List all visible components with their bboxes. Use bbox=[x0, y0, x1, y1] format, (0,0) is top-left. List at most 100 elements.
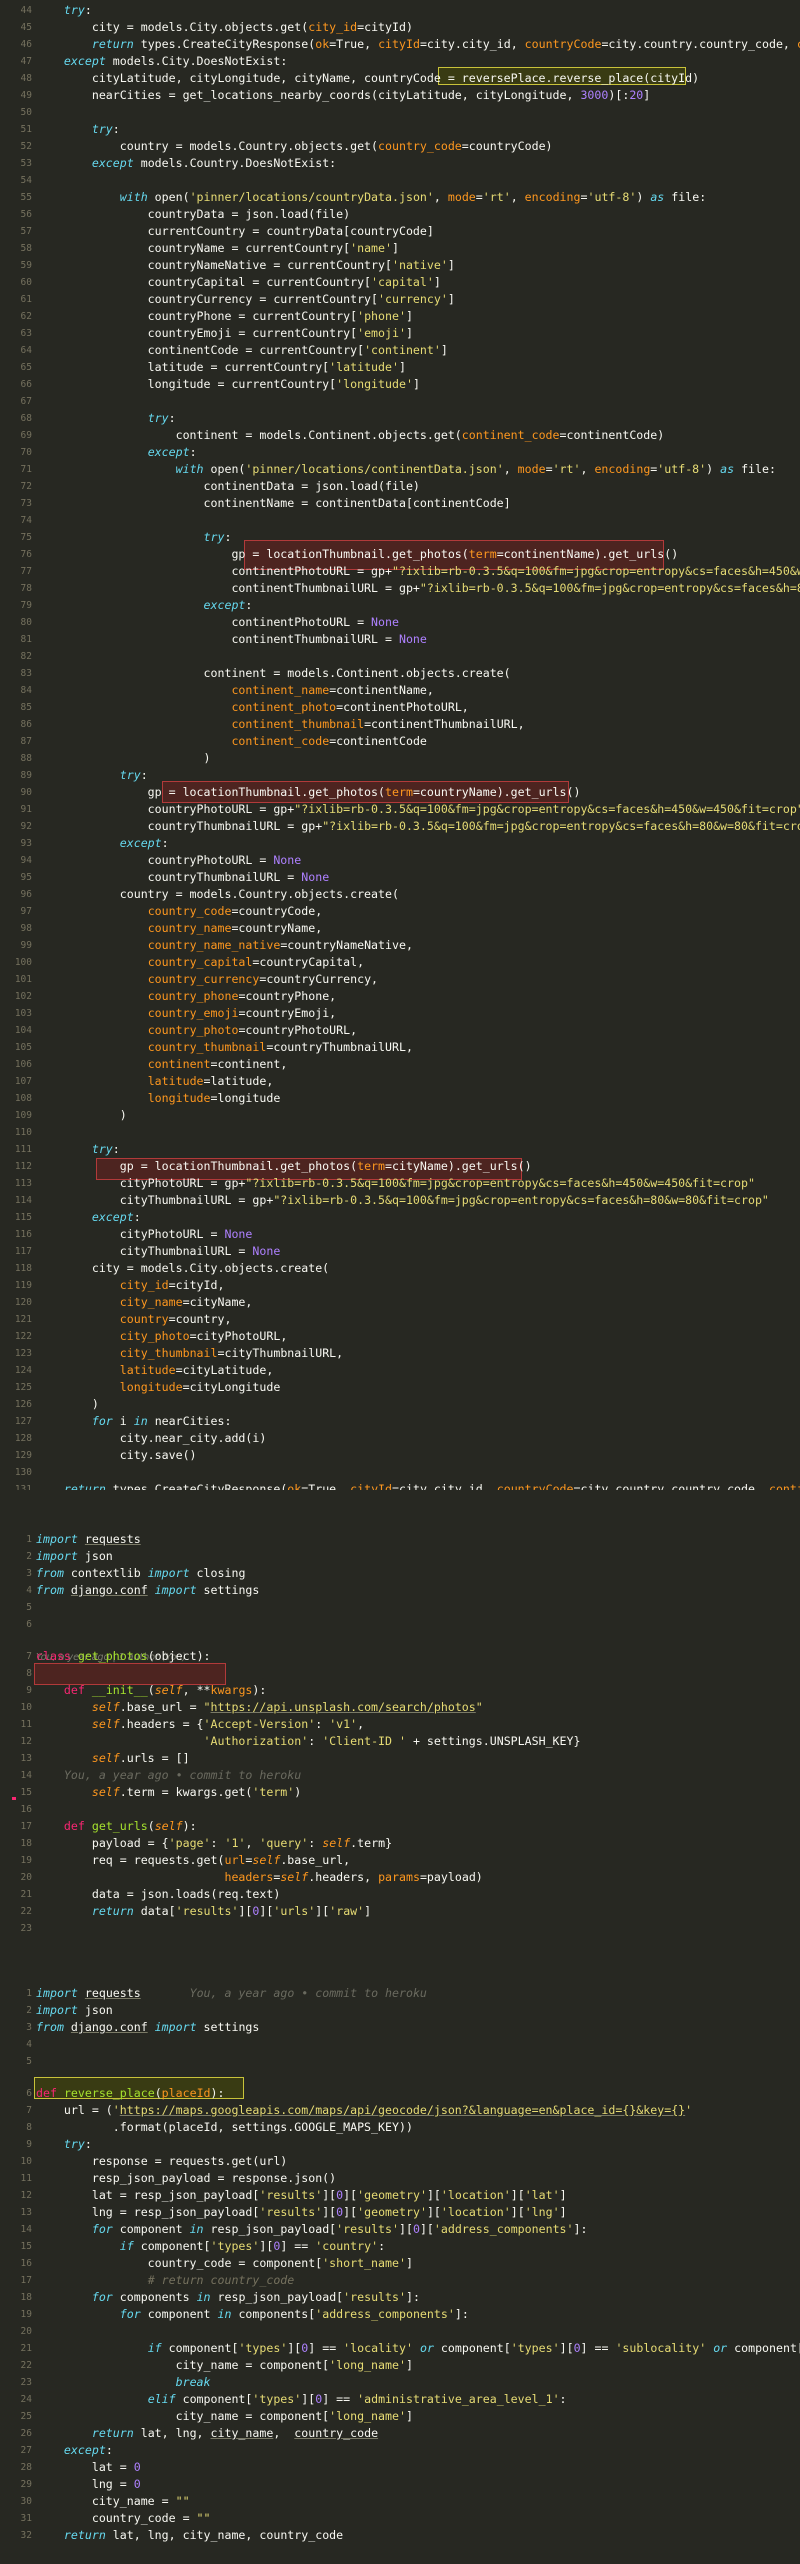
line-code[interactable]: countryPhotoURL = None bbox=[36, 852, 302, 869]
line-code[interactable]: lng = 0 bbox=[36, 2476, 141, 2493]
line-code[interactable]: continentPhotoURL = None bbox=[36, 614, 399, 631]
line-code[interactable]: return lat, lng, city_name, country_code bbox=[36, 2425, 378, 2442]
line-code[interactable]: def reverse_place(placeId): bbox=[36, 2085, 225, 2102]
line-code[interactable]: country = models.Country.objects.get(cou… bbox=[36, 138, 553, 155]
line-code[interactable]: return types.CreateCityResponse(ok=True,… bbox=[36, 36, 800, 53]
line-code[interactable]: countryPhone = currentCountry['phone'] bbox=[36, 308, 413, 325]
line-code[interactable]: longitude=cityLongitude bbox=[36, 1379, 281, 1396]
line-code[interactable]: def get_urls(self): bbox=[36, 1818, 197, 1835]
line-code[interactable]: continent=continent, bbox=[36, 1056, 288, 1073]
line-code[interactable]: self.headers = {'Accept-Version': 'v1', bbox=[36, 1716, 364, 1733]
line-code[interactable]: latitude=latitude, bbox=[36, 1073, 274, 1090]
line-code[interactable]: countryPhotoURL = gp+"?ixlib=rb-0.3.5&q=… bbox=[36, 801, 800, 818]
line-code[interactable]: self.urls = [] bbox=[36, 1750, 190, 1767]
line-code[interactable]: countryName = currentCountry['name'] bbox=[36, 240, 399, 257]
line-code[interactable]: try: bbox=[36, 2136, 92, 2153]
line-code[interactable]: country_code = "" bbox=[36, 2510, 211, 2527]
line-code[interactable]: except: bbox=[36, 835, 169, 852]
line-code[interactable]: country_name=countryName, bbox=[36, 920, 323, 937]
line-code[interactable]: city_name = "" bbox=[36, 2493, 190, 2510]
line-code[interactable]: with open('pinner/locations/continentDat… bbox=[36, 461, 776, 478]
line-code[interactable]: ) bbox=[36, 750, 211, 767]
line-code[interactable]: continentCode = currentCountry['continen… bbox=[36, 342, 448, 359]
line-code[interactable]: city = models.City.objects.get(city_id=c… bbox=[36, 19, 413, 36]
line-code[interactable]: # return country_code bbox=[36, 2272, 295, 2289]
line-code[interactable]: except: bbox=[36, 1209, 141, 1226]
line-code[interactable]: You, a year ago • commit to heroku bbox=[36, 1767, 301, 1784]
line-code[interactable]: continentData = json.load(file) bbox=[36, 478, 420, 495]
line-code[interactable]: country_photo=countryPhotoURL, bbox=[36, 1022, 357, 1039]
line-code[interactable]: def __init__(self, **kwargs): bbox=[36, 1682, 266, 1699]
line-code[interactable]: cityLatitude, cityLongitude, cityName, c… bbox=[36, 70, 699, 87]
line-code[interactable]: for components in resp_json_payload['res… bbox=[36, 2289, 420, 2306]
line-code[interactable]: req = requests.get(url=self.base_url, bbox=[36, 1852, 350, 1869]
line-code[interactable]: try: bbox=[36, 529, 232, 546]
line-code[interactable]: country_code=countryCode, bbox=[36, 903, 323, 920]
line-code[interactable]: elif component['types'][0] == 'administr… bbox=[36, 2391, 567, 2408]
line-code[interactable]: continent_name=continentName, bbox=[36, 682, 433, 699]
line-code[interactable]: import requests bbox=[36, 1531, 141, 1548]
line-code[interactable]: self.term = kwargs.get('term') bbox=[36, 1784, 301, 1801]
line-code[interactable]: except models.Country.DoesNotExist: bbox=[36, 155, 336, 172]
line-code[interactable]: try: bbox=[36, 767, 148, 784]
code-pane-reverse-place[interactable]: 1 import requests You, a year ago • commi… bbox=[0, 1985, 800, 2564]
line-code[interactable]: response = requests.get(url) bbox=[36, 2153, 287, 2170]
line-code[interactable]: for component in components['address_com… bbox=[36, 2306, 469, 2323]
line-code[interactable]: .format(placeId, settings.GOOGLE_MAPS_KE… bbox=[36, 2119, 413, 2136]
line-code[interactable]: self.base_url = "https://api.unsplash.co… bbox=[36, 1699, 483, 1716]
line-code[interactable]: latitude = currentCountry['latitude'] bbox=[36, 359, 406, 376]
line-code[interactable]: countryNameNative = currentCountry['nati… bbox=[36, 257, 455, 274]
line-code[interactable]: class get_photos(object): bbox=[36, 1648, 211, 1665]
line-code[interactable]: continent_thumbnail=continentThumbnailUR… bbox=[36, 716, 524, 733]
line-code[interactable]: city_id=cityId, bbox=[36, 1277, 225, 1294]
line-code[interactable]: gp = locationThumbnail.get_photos(term=c… bbox=[36, 546, 678, 563]
line-code[interactable]: for i in nearCities: bbox=[36, 1413, 232, 1430]
line-code[interactable]: 'Authorization': 'Client-ID ' + settings… bbox=[36, 1733, 581, 1750]
line-code[interactable]: country_code = component['short_name'] bbox=[36, 2255, 413, 2272]
line-code[interactable]: city_name = component['long_name'] bbox=[36, 2357, 413, 2374]
line-code[interactable]: country_phone=countryPhone, bbox=[36, 988, 336, 1005]
line-code[interactable]: country=country, bbox=[36, 1311, 232, 1328]
line-code[interactable]: countryThumbnailURL = None bbox=[36, 869, 330, 886]
line-code[interactable]: return data['results'][0]['urls']['raw'] bbox=[36, 1903, 371, 1920]
line-code[interactable]: city.near_city.add(i) bbox=[36, 1430, 267, 1447]
line-code[interactable]: city_thumbnail=cityThumbnailURL, bbox=[36, 1345, 343, 1362]
line-code[interactable]: ) bbox=[36, 1107, 127, 1124]
line-code[interactable]: country_currency=countryCurrency, bbox=[36, 971, 378, 988]
line-code[interactable]: except models.City.DoesNotExist: bbox=[36, 53, 287, 70]
line-code[interactable]: country_name_native=countryNameNative, bbox=[36, 937, 413, 954]
line-code[interactable]: resp_json_payload = response.json() bbox=[36, 2170, 336, 2187]
line-code[interactable]: try: bbox=[36, 2, 92, 19]
code-pane-cities-view[interactable]: 44 try: 45 city = models.City.objects.get… bbox=[0, 0, 800, 1490]
line-code[interactable]: except: bbox=[36, 597, 253, 614]
line-code[interactable]: countryData = json.load(file) bbox=[36, 206, 350, 223]
line-code[interactable]: city_name = component['long_name'] bbox=[36, 2408, 413, 2425]
line-code[interactable]: city_name=cityName, bbox=[36, 1294, 253, 1311]
line-code[interactable]: if component['types'][0] == 'locality' o… bbox=[36, 2340, 800, 2357]
line-code[interactable]: from django.conf import settings bbox=[36, 1582, 259, 1599]
line-code[interactable]: city_photo=cityPhotoURL, bbox=[36, 1328, 288, 1345]
line-code[interactable]: country_emoji=countryEmoji, bbox=[36, 1005, 336, 1022]
line-code[interactable]: import json bbox=[36, 2002, 113, 2019]
line-code[interactable]: with open('pinner/locations/countryData.… bbox=[36, 189, 706, 206]
line-code[interactable]: try: bbox=[36, 121, 120, 138]
line-code[interactable]: latitude=cityLatitude, bbox=[36, 1362, 274, 1379]
line-code[interactable]: cityPhotoURL = gp+"?ixlib=rb-0.3.5&q=100… bbox=[36, 1175, 755, 1192]
line-code[interactable]: country_thumbnail=countryThumbnailURL, bbox=[36, 1039, 413, 1056]
line-code[interactable]: url = ('https://maps.googleapis.com/maps… bbox=[36, 2102, 692, 2119]
line-code[interactable]: continentThumbnailURL = gp+"?ixlib=rb-0.… bbox=[36, 580, 800, 597]
line-code[interactable]: return types.CreateCityResponse(ok=True,… bbox=[36, 1481, 800, 1490]
line-code[interactable]: continentName = continentData[continentC… bbox=[36, 495, 511, 512]
line-code[interactable]: countryCapital = currentCountry['capital… bbox=[36, 274, 441, 291]
line-code[interactable]: cityPhotoURL = None bbox=[36, 1226, 253, 1243]
line-code[interactable]: try: bbox=[36, 410, 176, 427]
line-code[interactable]: return lat, lng, city_name, country_code bbox=[36, 2527, 343, 2544]
line-code[interactable]: currentCountry = countryData[countryCode… bbox=[36, 223, 434, 240]
line-code[interactable]: lat = resp_json_payload['results'][0]['g… bbox=[36, 2187, 567, 2204]
line-code[interactable]: import json bbox=[36, 1548, 113, 1565]
line-code[interactable]: continentPhotoURL = gp+"?ixlib=rb-0.3.5&… bbox=[36, 563, 800, 580]
line-code[interactable]: headers=self.headers, params=payload) bbox=[36, 1869, 482, 1886]
line-code[interactable]: lng = resp_json_payload['results'][0]['g… bbox=[36, 2204, 567, 2221]
line-code[interactable]: city.save() bbox=[36, 1447, 197, 1464]
line-code[interactable]: break bbox=[36, 2374, 211, 2391]
